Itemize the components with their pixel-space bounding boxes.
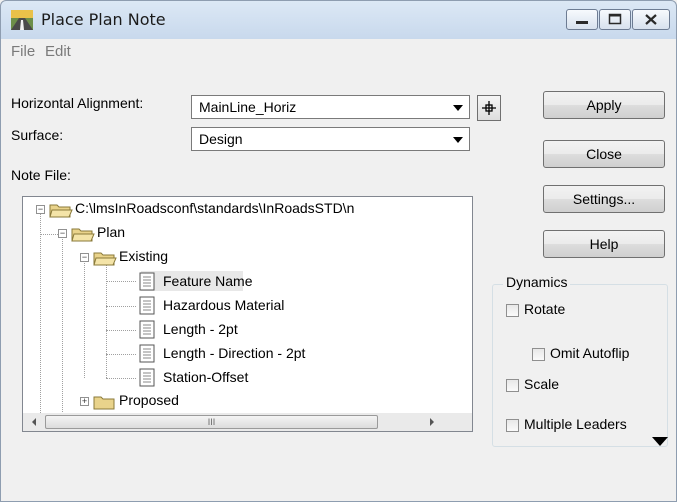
title-bar[interactable]: Place Plan Note: [1, 1, 676, 39]
surface-combo[interactable]: Design: [191, 127, 470, 151]
collapse-icon[interactable]: −: [36, 205, 45, 214]
scroll-right-icon[interactable]: [425, 413, 439, 431]
note-file-label: Note File:: [11, 167, 71, 183]
tree-node-hazardous-material[interactable]: Hazardous Material: [163, 297, 284, 313]
document-icon: [139, 344, 155, 363]
chevron-down-icon: [453, 137, 463, 143]
tree-guide: [106, 378, 136, 379]
horizontal-scroll-thumb[interactable]: III: [45, 415, 378, 429]
maximize-icon: [608, 13, 622, 25]
dynamics-group-title: Dynamics: [503, 274, 571, 290]
minimize-icon: [576, 21, 588, 24]
multiple-leaders-checkbox[interactable]: [506, 419, 519, 432]
open-folder-icon: [49, 204, 73, 218]
menu-bar: File Edit: [1, 39, 676, 66]
tree-guide: [106, 306, 136, 307]
tree-guide: [106, 354, 136, 355]
maximize-button[interactable]: [599, 9, 631, 30]
tree-node-plan[interactable]: Plan: [97, 224, 125, 240]
tree-node-proposed[interactable]: Proposed: [119, 392, 179, 408]
tree-node-root[interactable]: C:\lmsInRoadsconf\standards\InRoadsSTD\n: [75, 200, 354, 216]
dialog-content: Horizontal Alignment: MainLine_Horiz Sur…: [1, 65, 676, 501]
tree-node-existing[interactable]: Existing: [119, 248, 168, 264]
window-title: Place Plan Note: [41, 10, 166, 29]
surface-label: Surface:: [11, 127, 64, 143]
open-folder-icon: [71, 228, 95, 242]
scale-label[interactable]: Scale: [524, 376, 559, 392]
multiple-leaders-label[interactable]: Multiple Leaders: [524, 416, 627, 432]
tree-guide: [106, 281, 136, 282]
tree-horizontal-scrollbar[interactable]: III: [23, 413, 472, 431]
document-icon: [139, 296, 155, 315]
menu-edit[interactable]: Edit: [45, 43, 71, 60]
tree-guide: [84, 260, 85, 378]
omit-autoflip-checkbox[interactable]: [532, 348, 545, 361]
scroll-left-icon[interactable]: [27, 413, 41, 431]
horizontal-alignment-label: Horizontal Alignment:: [11, 95, 144, 111]
minimize-button[interactable]: [566, 9, 598, 30]
menu-file[interactable]: File: [11, 43, 35, 60]
horizontal-alignment-combo[interactable]: MainLine_Horiz: [191, 95, 470, 119]
folder-icon: [93, 396, 115, 410]
expand-icon[interactable]: +: [80, 397, 89, 406]
rotate-checkbox[interactable]: [506, 304, 519, 317]
pick-alignment-button[interactable]: [477, 95, 501, 121]
note-file-tree[interactable]: − C:\lmsInRoadsconf\standards\InRoadsSTD…: [22, 196, 473, 432]
omit-autoflip-label[interactable]: Omit Autoflip: [550, 345, 629, 361]
document-icon: [139, 272, 155, 291]
scale-checkbox[interactable]: [506, 379, 519, 392]
tree-guide: [106, 260, 107, 378]
open-folder-icon: [93, 252, 117, 266]
rotate-label[interactable]: Rotate: [524, 301, 565, 317]
tree-guide: [62, 236, 63, 416]
horizontal-alignment-value: MainLine_Horiz: [199, 99, 297, 115]
close-window-button[interactable]: [632, 9, 670, 30]
document-icon: [139, 320, 155, 339]
place-plan-note-window: Place Plan Note File Edit Horizontal Ali…: [0, 0, 677, 502]
expand-dialog-arrow-icon[interactable]: [652, 437, 668, 446]
tree-guide: [40, 210, 41, 415]
tree-node-feature-name[interactable]: Feature Name: [163, 273, 252, 289]
help-button[interactable]: Help: [543, 230, 665, 258]
document-icon: [139, 368, 155, 387]
apply-button[interactable]: Apply: [543, 91, 665, 119]
surface-value: Design: [199, 131, 243, 147]
close-icon: [645, 14, 657, 25]
tree-guide: [106, 330, 136, 331]
tree-node-length-2pt[interactable]: Length - 2pt: [163, 321, 238, 337]
tree-node-station-offset[interactable]: Station-Offset: [163, 369, 248, 385]
crosshair-icon: [482, 101, 496, 115]
collapse-icon[interactable]: −: [80, 253, 89, 262]
chevron-down-icon: [453, 105, 463, 111]
close-button[interactable]: Close: [543, 140, 665, 168]
collapse-icon[interactable]: −: [58, 229, 67, 238]
tree-node-length-direction-2pt[interactable]: Length - Direction - 2pt: [163, 345, 305, 361]
tree-guide: [40, 234, 58, 235]
inroads-app-icon: [11, 10, 33, 30]
settings-button[interactable]: Settings...: [543, 185, 665, 213]
